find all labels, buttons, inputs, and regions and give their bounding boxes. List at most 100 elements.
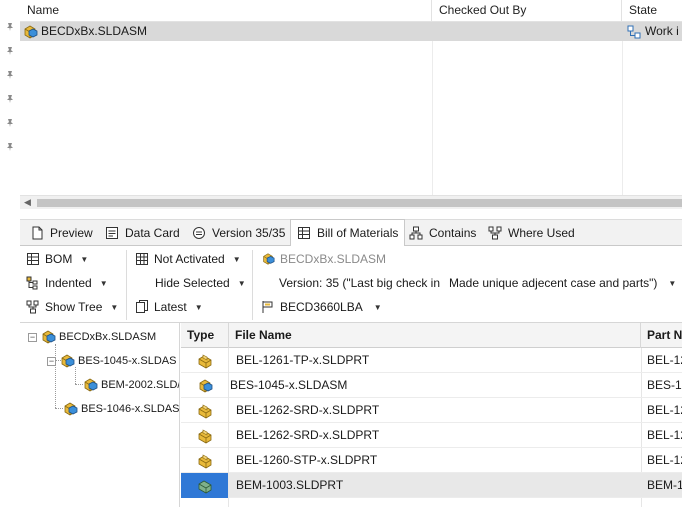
table-row[interactable]: BEL-1260-STP-x.SLDPRT BEL-12	[181, 448, 682, 473]
contains-icon	[409, 226, 423, 240]
column-divider	[432, 22, 433, 200]
assembly-icon	[197, 378, 213, 394]
pin-icon[interactable]	[5, 142, 15, 152]
tab-preview[interactable]: Preview	[24, 220, 99, 246]
tab-label: Preview	[50, 226, 93, 240]
collapse-icon[interactable]: −	[28, 332, 37, 342]
tab-label: Where Used	[508, 226, 575, 240]
latest-dropdown[interactable]: Latest ▼	[135, 297, 203, 317]
bom-grid-header: Type File Name Part N	[181, 323, 682, 348]
table-row[interactable]: BEL-1262-SRD-x.SLDPRT BEL-12	[181, 398, 682, 423]
table-row[interactable]: BES-1045-x.SLDASM BES-10	[181, 373, 682, 398]
column-header-state[interactable]: State	[622, 0, 682, 22]
hide-selected-dropdown[interactable]: Hide Selected ▼	[155, 273, 246, 293]
tab-bill-of-materials[interactable]: Bill of Materials	[290, 219, 406, 247]
data-card-icon	[106, 227, 118, 239]
indented-label: Indented	[45, 276, 92, 290]
pin-icon[interactable]	[5, 118, 15, 128]
dropdown-arrow-icon: ▼	[373, 302, 382, 312]
pin-icon[interactable]	[5, 46, 15, 56]
indented-dropdown[interactable]: Indented ▼	[26, 273, 108, 293]
tab-label: Data Card	[125, 226, 180, 240]
column-header-file-name[interactable]: File Name	[229, 323, 641, 348]
show-tree-icon	[26, 300, 39, 314]
part-number-cell: BEL-12	[647, 403, 682, 417]
assembly-icon	[59, 353, 75, 369]
tree-node-bes-1046[interactable]: BES-1046-x.SLDAS	[62, 400, 179, 418]
assembly-icon	[82, 377, 98, 393]
part-icon	[197, 353, 213, 369]
assembly-icon	[22, 24, 38, 40]
table-row[interactable]: BEL-1261-TP-x.SLDPRT BEL-12	[181, 348, 682, 373]
tab-version[interactable]: Version 35/35	[186, 220, 291, 246]
tree-node-bem-2002[interactable]: BEM-2002.SLD/	[82, 376, 180, 394]
indented-tree-icon	[26, 276, 38, 290]
file-name-cell: BEL-1260-STP-x.SLDPRT	[236, 453, 378, 467]
bom-table-icon	[27, 253, 39, 265]
sort-caret-icon: ⌃	[242, 0, 250, 5]
not-activated-label: Not Activated	[154, 252, 225, 266]
part-number-cell: BEL-12	[647, 428, 682, 442]
table-icon	[136, 253, 148, 265]
pin-icon[interactable]	[5, 22, 15, 32]
tab-label: Bill of Materials	[317, 226, 399, 240]
bom-table-icon	[298, 227, 310, 239]
bom-toolbar: BOM ▼ Indented ▼ Show Tree ▼ Not Activated ▼…	[20, 246, 682, 323]
tab-label: Version 35/35	[212, 226, 286, 240]
tree-node-bes-1045[interactable]: − BES-1045-x.SLDAS	[47, 352, 176, 370]
latest-label: Latest	[154, 300, 187, 314]
part-number-cell: BEL-12	[647, 453, 682, 467]
tab-contains[interactable]: Contains	[403, 220, 482, 246]
dropdown-arrow-icon: ▼	[668, 278, 677, 288]
pin-icon[interactable]	[5, 94, 15, 104]
hide-selected-label: Hide Selected	[155, 276, 230, 290]
column-header-type[interactable]: Type	[181, 323, 229, 348]
file-name-cell: BEL-1262-SRD-x.SLDPRT	[236, 403, 380, 417]
scroll-left-icon[interactable]: ◀	[24, 197, 31, 208]
file-name-cell: BES-1045-x.SLDASM	[230, 378, 348, 392]
bom-grid: Type File Name Part N BEL-1261-TP-x.SLDP…	[181, 323, 682, 507]
dropdown-arrow-icon: ▼	[194, 302, 203, 312]
table-row[interactable]	[181, 498, 682, 507]
assembly-icon	[62, 401, 78, 417]
configuration-label: BECD3660LBA	[280, 300, 363, 314]
pin-icon[interactable]	[5, 70, 15, 80]
dropdown-arrow-icon: ▼	[237, 278, 246, 288]
part-icon	[197, 453, 213, 469]
configuration-icon	[262, 301, 273, 313]
horizontal-scrollbar[interactable]: ◀	[20, 195, 682, 209]
latest-version-icon	[136, 300, 148, 313]
dropdown-arrow-icon: ▼	[110, 302, 119, 312]
file-list-row[interactable]: BECDxBx.SLDASM Work i	[20, 22, 682, 41]
column-header-checked-out-by[interactable]: Checked Out By	[432, 0, 622, 22]
tab-where-used[interactable]: Where Used	[482, 220, 581, 246]
bom-file-name: BECDxBx.SLDASM	[280, 252, 387, 266]
table-row[interactable]: BEL-1262-SRD-x.SLDPRT BEL-12	[181, 423, 682, 448]
tab-data-card[interactable]: Data Card	[99, 220, 186, 246]
tree-node-label: BES-1045-x.SLDAS	[78, 355, 177, 367]
preview-icon	[32, 226, 43, 240]
show-tree-label: Show Tree	[45, 300, 103, 314]
assembly-icon	[40, 329, 56, 345]
version-comment: Made unique adjecent case and parts")	[449, 276, 658, 290]
collapse-icon[interactable]: −	[47, 356, 56, 366]
version-dropdown[interactable]: Version: 35 ("Last big check in Made uni…	[279, 273, 676, 293]
configuration-dropdown[interactable]: BECD3660LBA ▼	[261, 297, 382, 317]
part-number-cell: BEM-1	[647, 478, 682, 492]
version-label: Version: 35 ("Last big check in	[279, 276, 441, 290]
dropdown-arrow-icon: ▼	[99, 278, 108, 288]
dropdown-arrow-icon: ▼	[232, 254, 241, 264]
not-activated-dropdown[interactable]: Not Activated ▼	[135, 249, 241, 269]
tree-node-label: BES-1046-x.SLDAS	[81, 403, 180, 415]
assembly-icon	[261, 252, 275, 266]
column-header-name[interactable]: Name	[20, 0, 432, 22]
pin-column	[0, 0, 20, 200]
scrollbar-thumb[interactable]	[37, 199, 682, 207]
show-tree-dropdown[interactable]: Show Tree ▼	[26, 297, 118, 317]
tree-node-label: BEM-2002.SLD/	[101, 379, 180, 391]
bom-dropdown[interactable]: BOM ▼	[26, 249, 88, 269]
tree-node-root[interactable]: − BECDxBx.SLDASM	[28, 328, 156, 346]
column-header-part-number[interactable]: Part N	[641, 323, 682, 348]
table-row-selected[interactable]: BEM-1003.SLDPRT BEM-1	[181, 473, 682, 498]
file-name-cell: BEL-1262-SRD-x.SLDPRT	[236, 428, 380, 442]
